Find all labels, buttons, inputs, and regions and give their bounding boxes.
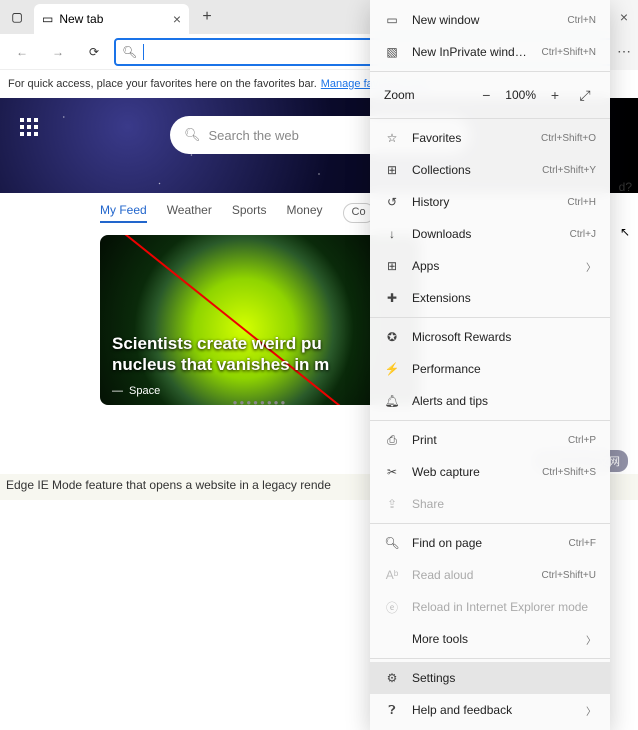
menu-zoom-row: Zoom − 100% + ⤢ (370, 75, 610, 115)
collections-icon: ⊞ (384, 163, 400, 177)
menu-help[interactable]: ❓︎Help and feedback〉 (370, 694, 610, 726)
fullscreen-button[interactable]: ⤢ (574, 84, 596, 106)
inprivate-icon: ▧ (384, 45, 400, 59)
print-icon: ⎙ (384, 433, 400, 448)
text-caret (143, 44, 144, 60)
browser-tab[interactable]: ▭ New tab × (34, 4, 189, 34)
page-icon: ▭ (42, 12, 53, 26)
menu-share: ⇪Share (370, 488, 610, 520)
help-icon: ❓︎ (384, 703, 400, 718)
tab-my-feed[interactable]: My Feed (100, 203, 147, 223)
window-icon: ▭ (384, 13, 400, 27)
search-icon: 🔍︎ (184, 127, 201, 143)
find-icon: 🔍︎ (384, 536, 400, 550)
news-source: — Space (112, 385, 160, 397)
zoom-out-button[interactable]: − (475, 84, 497, 106)
tab-weather[interactable]: Weather (167, 203, 212, 223)
zoom-label: Zoom (384, 88, 467, 102)
menu-rewards[interactable]: ✪Microsoft Rewards (370, 321, 610, 353)
menu-apps[interactable]: ⊞Apps〉 (370, 250, 610, 282)
menu-settings[interactable]: ⚙Settings (370, 662, 610, 694)
star-icon: ☆ (384, 131, 400, 145)
tab-actions-icon[interactable]: ▢ (0, 0, 34, 34)
menu-favorites[interactable]: ☆FavoritesCtrl+Shift+O (370, 122, 610, 154)
menu-alerts[interactable]: 🔔︎Alerts and tips (370, 385, 610, 417)
tab-money[interactable]: Money (287, 203, 323, 223)
close-window-button[interactable]: × (610, 0, 638, 34)
menu-downloads[interactable]: ↓DownloadsCtrl+J (370, 218, 610, 250)
edge-hint: d? (619, 180, 632, 194)
capture-icon: ✂ (384, 465, 400, 479)
carousel-dots[interactable]: ●●●●●●●● (233, 398, 288, 405)
apps-grid-icon[interactable] (20, 118, 38, 136)
read-aloud-icon: Aᵇ (384, 568, 400, 582)
chevron-right-icon: 〉 (586, 703, 596, 718)
menu-new-inprivate[interactable]: ▧New InPrivate windowCtrl+Shift+N (370, 36, 610, 68)
menu-read-aloud: AᵇRead aloudCtrl+Shift+U (370, 559, 610, 591)
gear-icon: ⚙ (384, 671, 400, 685)
refresh-button[interactable]: ⟳ (78, 36, 110, 68)
tab-sports[interactable]: Sports (232, 203, 267, 223)
performance-icon: ⚡ (384, 362, 400, 376)
menu-performance[interactable]: ⚡Performance (370, 353, 610, 385)
news-headline: Scientists create weird pu nucleus that … (112, 334, 329, 375)
new-tab-button[interactable]: + (193, 3, 221, 31)
rewards-icon: ✪ (384, 330, 400, 344)
forward-button[interactable]: → (42, 36, 74, 68)
bell-icon: 🔔︎ (384, 394, 400, 408)
menu-web-capture[interactable]: ✂Web captureCtrl+Shift+S (370, 456, 610, 488)
share-icon: ⇪ (384, 497, 400, 511)
zoom-value: 100% (505, 88, 536, 102)
extensions-icon: ✚ (384, 291, 400, 305)
ie-icon: ⓔ (384, 599, 400, 616)
menu-extensions[interactable]: ✚Extensions (370, 282, 610, 314)
history-icon: ↺ (384, 195, 400, 209)
back-button[interactable]: ← (6, 36, 38, 68)
menu-more-tools[interactable]: More tools〉 (370, 623, 610, 655)
tab-title: New tab (59, 12, 103, 26)
menu-collections[interactable]: ⊞CollectionsCtrl+Shift+Y (370, 154, 610, 186)
app-menu: ▭New windowCtrl+N ▧New InPrivate windowC… (370, 0, 610, 730)
window-controls: × ⋯ (610, 0, 638, 70)
search-icon: 🔍︎ (122, 45, 137, 59)
favorites-hint-text: For quick access, place your favorites h… (8, 78, 317, 90)
zoom-in-button[interactable]: + (544, 84, 566, 106)
mouse-cursor-icon: ↖ (620, 225, 630, 239)
download-icon: ↓ (384, 227, 400, 241)
chevron-right-icon: 〉 (586, 632, 596, 647)
chevron-right-icon: 〉 (586, 259, 596, 274)
menu-find[interactable]: 🔍︎Find on pageCtrl+F (370, 527, 610, 559)
close-tab-icon[interactable]: × (173, 11, 181, 27)
menu-history[interactable]: ↺HistoryCtrl+H (370, 186, 610, 218)
menu-new-window[interactable]: ▭New windowCtrl+N (370, 4, 610, 36)
apps-icon: ⊞ (384, 259, 400, 273)
search-placeholder: Search the web (209, 128, 299, 143)
menu-print[interactable]: ⎙PrintCtrl+P (370, 424, 610, 456)
more-button[interactable]: ⋯ (610, 34, 638, 68)
menu-ie-mode: ⓔReload in Internet Explorer mode (370, 591, 610, 623)
